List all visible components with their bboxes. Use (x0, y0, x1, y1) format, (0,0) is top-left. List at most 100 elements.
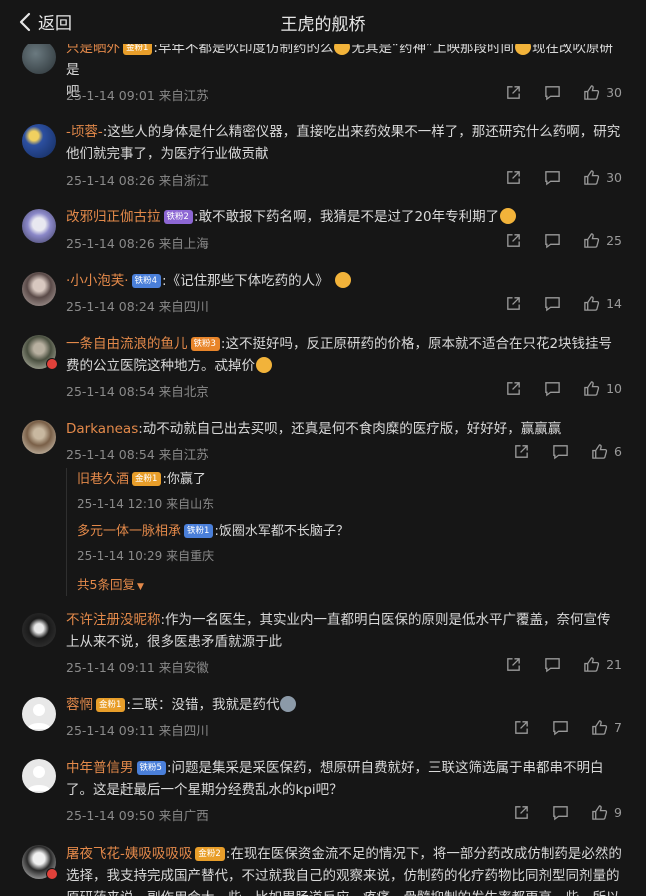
reply-button[interactable] (552, 719, 569, 736)
reply-button[interactable] (544, 295, 561, 312)
like-button[interactable]: 6 (591, 443, 622, 460)
reply-item: 旧巷久酒 金粉1:你赢了 25-1-14 12:10 来自山东 (77, 470, 617, 514)
comment-text: :敢不敢报下药名啊，我猜是不是过了20年专利期了 (193, 209, 500, 225)
share-button[interactable] (505, 295, 522, 312)
avatar[interactable] (22, 272, 56, 306)
like-button[interactable]: 10 (583, 380, 622, 397)
thumbs-up-icon (584, 233, 600, 248)
like-button[interactable]: 25 (583, 232, 622, 249)
comment-actions: 30 (483, 169, 622, 186)
share-button[interactable] (505, 232, 522, 249)
comment-meta: 25-1-14 08:26 来自上海 (66, 233, 209, 252)
reply-author[interactable]: 多元一体一脉相承 (77, 524, 181, 539)
comment-location: 来自广西 (158, 808, 209, 823)
view-more-replies-button[interactable]: 共5条回复 ▼ (77, 574, 144, 593)
share-button[interactable] (513, 719, 530, 736)
reply-button[interactable] (552, 443, 569, 460)
comment-body: -顷蓉-:这些人的身体是什么精密仪器，直接吃出来药效果不一样了，那还研究什么药啊… (66, 121, 622, 165)
avatar[interactable] (22, 697, 56, 731)
comment-actions: 9 (491, 804, 622, 821)
comment-author[interactable]: Darkaneas (66, 421, 138, 437)
comment-author[interactable]: 蓉惘 (66, 697, 93, 713)
comment-actions: 6 (491, 443, 622, 460)
share-button[interactable] (505, 656, 522, 673)
share-icon (515, 721, 528, 734)
comment-author[interactable]: 不许注册没昵称 (66, 612, 161, 628)
comment-text: :三联：没错，我就是药代 (126, 697, 280, 713)
comment-meta: 25-1-14 08:26 来自浙江 (66, 170, 209, 189)
reply-thread: 旧巷久酒 金粉1:你赢了 25-1-14 12:10 来自山东 多元一体一脉相承铁… (66, 468, 622, 596)
comment-location: 来自浙江 (158, 173, 209, 188)
reply-button[interactable] (552, 804, 569, 821)
comment-time: 25-1-14 08:54 (66, 447, 155, 462)
comment-time: 25-1-14 08:54 (66, 384, 155, 399)
like-button[interactable]: 30 (583, 84, 622, 101)
reply-author[interactable]: 旧巷久酒 (77, 472, 129, 487)
like-button[interactable]: 21 (583, 656, 622, 673)
avatar[interactable] (22, 124, 56, 158)
more-replies-label: 共5条回复 (77, 577, 135, 592)
default-avatar-icon (27, 704, 51, 729)
comment-meta: 25-1-14 08:54 来自北京 (66, 381, 209, 400)
comment-author[interactable]: ·小小泡芙· (66, 273, 129, 289)
avatar[interactable] (22, 209, 56, 243)
share-button[interactable] (505, 84, 522, 101)
share-button[interactable] (513, 443, 530, 460)
comment-icon (553, 721, 568, 736)
comment-author[interactable]: -顷蓉- (66, 124, 103, 140)
comment-body: ·小小泡芙· 铁粉4:《记住那些下体吃药的人》 (66, 270, 622, 292)
reply-button[interactable] (544, 656, 561, 673)
comment-actions: 30 (483, 84, 622, 101)
share-button[interactable] (505, 169, 522, 186)
comment-actions: 21 (483, 656, 622, 673)
share-icon (515, 445, 528, 458)
caret-down-icon: ▼ (136, 582, 144, 592)
comment-location: 来自北京 (158, 384, 209, 399)
like-button[interactable]: 30 (583, 169, 622, 186)
comment-meta: 25-1-14 09:11 来自安徽 (66, 657, 209, 676)
thumbs-up-icon (584, 657, 600, 672)
like-button[interactable]: 9 (591, 804, 622, 821)
comment-author[interactable]: 屠夜飞花-姨吸吸吸吸 (66, 846, 192, 862)
reply-button[interactable] (544, 380, 561, 397)
like-count: 7 (614, 720, 622, 735)
page-title: 王虎的舰桥 (280, 15, 366, 35)
comment-author[interactable]: 中年普信男 (66, 760, 134, 776)
comment-location: 来自江苏 (158, 88, 209, 103)
like-count: 25 (606, 233, 622, 248)
like-button[interactable]: 14 (583, 295, 622, 312)
reply-button[interactable] (544, 169, 561, 186)
share-icon (507, 297, 520, 310)
reply-location: 来自山东 (166, 497, 215, 511)
share-icon (515, 806, 528, 819)
comment-actions: 10 (483, 380, 622, 397)
comment-text: :这些人的身体是什么精密仪器，直接吃出来药效果不一样了，那还研究什么药啊，研究他… (66, 124, 621, 162)
comment-time: 25-1-14 08:26 (66, 173, 155, 188)
comment-author[interactable]: 改邪归正伽古拉 (66, 209, 161, 225)
avatar[interactable] (22, 420, 56, 454)
share-icon (507, 171, 520, 184)
share-button[interactable] (505, 380, 522, 397)
comment-icon (545, 297, 560, 312)
reply-text: :你赢了 (162, 472, 206, 487)
fan-badge: 铁粉1 (184, 524, 214, 538)
comment-icon (545, 234, 560, 249)
comment-meta: 25-1-14 09:11 来自四川 (66, 720, 209, 739)
like-button[interactable]: 7 (591, 719, 622, 736)
reply-button[interactable] (544, 84, 561, 101)
comment-icon (545, 171, 560, 186)
comment-text: :动不动就自己出去买呗，还真是何不食肉糜的医疗版，好好好，赢赢赢 (138, 421, 562, 437)
emoji-icon (280, 696, 297, 712)
like-count: 10 (606, 381, 622, 396)
comment-body: 中年普信男 铁粉5:问题是集采是采医保药，想原研自费就好，三联这筛选属于串都串不明… (66, 757, 622, 801)
thumbs-up-icon (584, 296, 600, 311)
avatar[interactable] (22, 40, 56, 74)
comment-author[interactable]: 一条自由流浪的鱼儿 (66, 336, 188, 352)
avatar[interactable] (22, 759, 56, 793)
thumbs-up-icon (584, 85, 600, 100)
fan-badge: 铁粉4 (131, 274, 162, 288)
reply-button[interactable] (544, 232, 561, 249)
emoji-icon (334, 272, 351, 288)
avatar[interactable] (22, 613, 56, 647)
share-button[interactable] (513, 804, 530, 821)
